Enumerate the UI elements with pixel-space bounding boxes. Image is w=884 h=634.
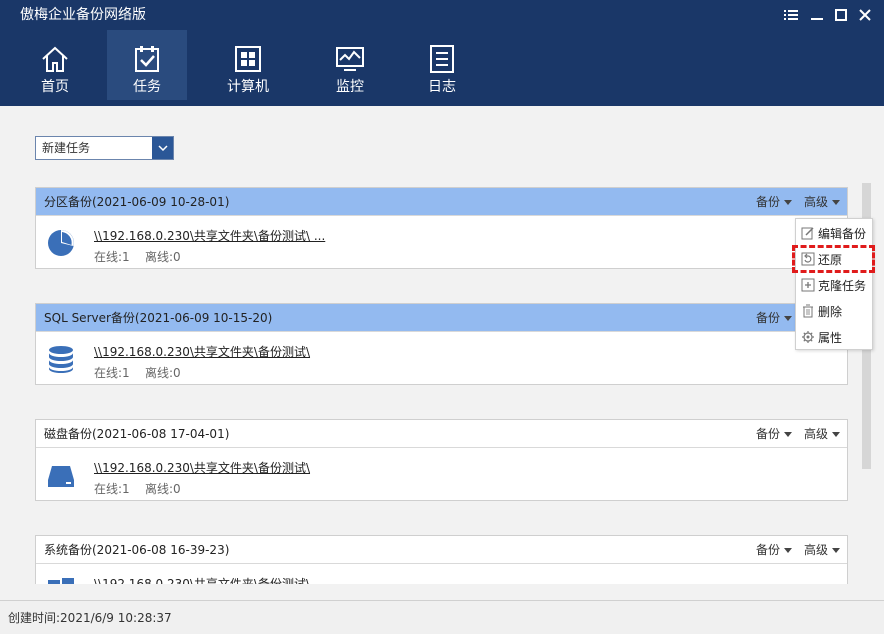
partition-icon [48, 230, 74, 256]
caret-down-icon [784, 432, 793, 437]
task-name: 磁盘备份(2021-06-08 17-04-01) [44, 427, 230, 441]
offline-count: 离线:0 [144, 250, 181, 264]
menu-item-clone-task[interactable]: 克隆任务 [796, 274, 874, 298]
task-name: 分区备份(2021-06-09 10-28-01) [44, 195, 230, 209]
caret-down-icon [832, 200, 841, 205]
log-icon [430, 45, 454, 73]
chevron-down-icon[interactable] [152, 137, 173, 159]
task-status: 在线:1 离线:0 [94, 481, 181, 497]
content-bottom-edge [0, 584, 884, 600]
windows-icon [48, 578, 74, 584]
task-status: 在线:1 离线:0 [94, 249, 181, 265]
advanced-menu-button[interactable]: 高级 [804, 194, 841, 210]
nav-home[interactable]: 首页 [15, 30, 95, 100]
close-icon[interactable] [854, 4, 876, 26]
advanced-menu-button[interactable]: 高级 [804, 542, 841, 558]
caret-down-icon [784, 548, 793, 553]
caret-down-icon [832, 432, 841, 437]
maximize-icon[interactable] [830, 4, 852, 26]
disk-icon [48, 466, 74, 487]
new-task-label: 新建任务 [42, 141, 91, 155]
nav-log-label: 日志 [428, 79, 456, 95]
monitor-icon [336, 47, 364, 71]
task-header[interactable]: 系统备份(2021-06-08 16-39-23) 备份 高级 [36, 536, 847, 564]
caret-down-icon [784, 200, 793, 205]
menu-item-label: 删除 [818, 305, 843, 319]
edit-icon [801, 227, 814, 240]
task-name: SQL Server备份(2021-06-09 10-15-20) [44, 311, 273, 325]
nav-home-label: 首页 [41, 79, 69, 95]
task-card[interactable]: SQL Server备份(2021-06-09 10-15-20) 备份 \\1… [35, 303, 848, 385]
task-header[interactable]: 分区备份(2021-06-09 10-28-01) 备份 高级 [36, 188, 847, 216]
advanced-label: 高级 [804, 543, 829, 557]
nav-monitor[interactable]: 监控 [310, 30, 390, 100]
backup-label: 备份 [756, 195, 781, 209]
online-count: 在线:1 [94, 250, 130, 264]
backup-menu-button[interactable]: 备份 [756, 310, 793, 326]
tasks-icon [135, 46, 159, 72]
computer-icon [235, 46, 261, 72]
task-destination-link[interactable]: \\192.168.0.230\共享文件夹\备份测试\ ... [94, 228, 325, 244]
nav-log[interactable]: 日志 [402, 30, 482, 100]
task-destination-link[interactable]: \\192.168.0.230\共享文件夹\备份测试\ [94, 344, 310, 360]
menu-item-label: 克隆任务 [818, 279, 867, 293]
caret-down-icon [832, 548, 841, 553]
menu-icon[interactable] [780, 4, 802, 26]
home-icon [42, 46, 68, 72]
menu-item-properties[interactable]: 属性 [796, 326, 874, 350]
menu-item-label: 编辑备份 [818, 227, 867, 241]
online-count: 在线:1 [94, 366, 130, 380]
task-header[interactable]: SQL Server备份(2021-06-09 10-15-20) 备份 [36, 304, 847, 332]
menu-item-edit-backup[interactable]: 编辑备份 [796, 222, 874, 246]
backup-menu-button[interactable]: 备份 [756, 194, 793, 210]
task-card[interactable]: 磁盘备份(2021-06-08 17-04-01) 备份 高级 \\192.16… [35, 419, 848, 501]
app-header: 傲梅企业备份网络版 首页 任务 计算机 监控 日志 [0, 0, 884, 106]
app-title: 傲梅企业备份网络版 [20, 7, 146, 23]
caret-down-icon [784, 316, 793, 321]
backup-menu-button[interactable]: 备份 [756, 426, 793, 442]
offline-count: 离线:0 [144, 366, 181, 380]
task-name: 系统备份(2021-06-08 16-39-23) [44, 543, 230, 557]
backup-menu-button[interactable]: 备份 [756, 542, 793, 558]
task-destination-link[interactable]: \\192.168.0.230\共享文件夹\备份测试\ [94, 460, 310, 476]
delete-icon [803, 304, 813, 318]
nav-monitor-label: 监控 [336, 79, 364, 95]
task-destination-link[interactable]: \\192.168.0.230\共享文件夹\备份测试\ [94, 576, 310, 584]
advanced-label: 高级 [804, 195, 829, 209]
nav-computer-label: 计算机 [227, 79, 269, 95]
nav-computer[interactable]: 计算机 [208, 30, 288, 100]
clone-icon [801, 278, 815, 292]
advanced-context-menu: 编辑备份 还原 克隆任务 删除 属性 [795, 218, 873, 350]
advanced-menu-button[interactable]: 高级 [804, 426, 841, 442]
menu-item-label: 属性 [818, 331, 843, 345]
backup-label: 备份 [756, 543, 781, 557]
task-header[interactable]: 磁盘备份(2021-06-08 17-04-01) 备份 高级 [36, 420, 847, 448]
online-count: 在线:1 [94, 482, 130, 496]
created-time: 创建时间:2021/6/9 10:28:37 [8, 611, 172, 625]
nav-tasks[interactable]: 任务 [107, 30, 187, 100]
offline-count: 离线:0 [144, 482, 181, 496]
task-status: 在线:1 离线:0 [94, 365, 181, 381]
backup-label: 备份 [756, 427, 781, 441]
minimize-icon[interactable] [806, 4, 828, 26]
nav-tasks-label: 任务 [133, 79, 161, 95]
menu-item-delete[interactable]: 删除 [796, 300, 874, 324]
task-card[interactable]: 分区备份(2021-06-09 10-28-01) 备份 高级 \\192.16… [35, 187, 848, 269]
new-task-dropdown[interactable]: 新建任务 [35, 136, 174, 160]
database-icon [49, 346, 73, 373]
backup-label: 备份 [756, 311, 781, 325]
advanced-label: 高级 [804, 427, 829, 441]
status-bar: 创建时间:2021/6/9 10:28:37 [0, 600, 884, 634]
task-card[interactable]: 系统备份(2021-06-08 16-39-23) 备份 高级 \\192.16… [35, 535, 848, 584]
restore-highlight-box [792, 245, 875, 273]
settings-icon [802, 331, 814, 343]
